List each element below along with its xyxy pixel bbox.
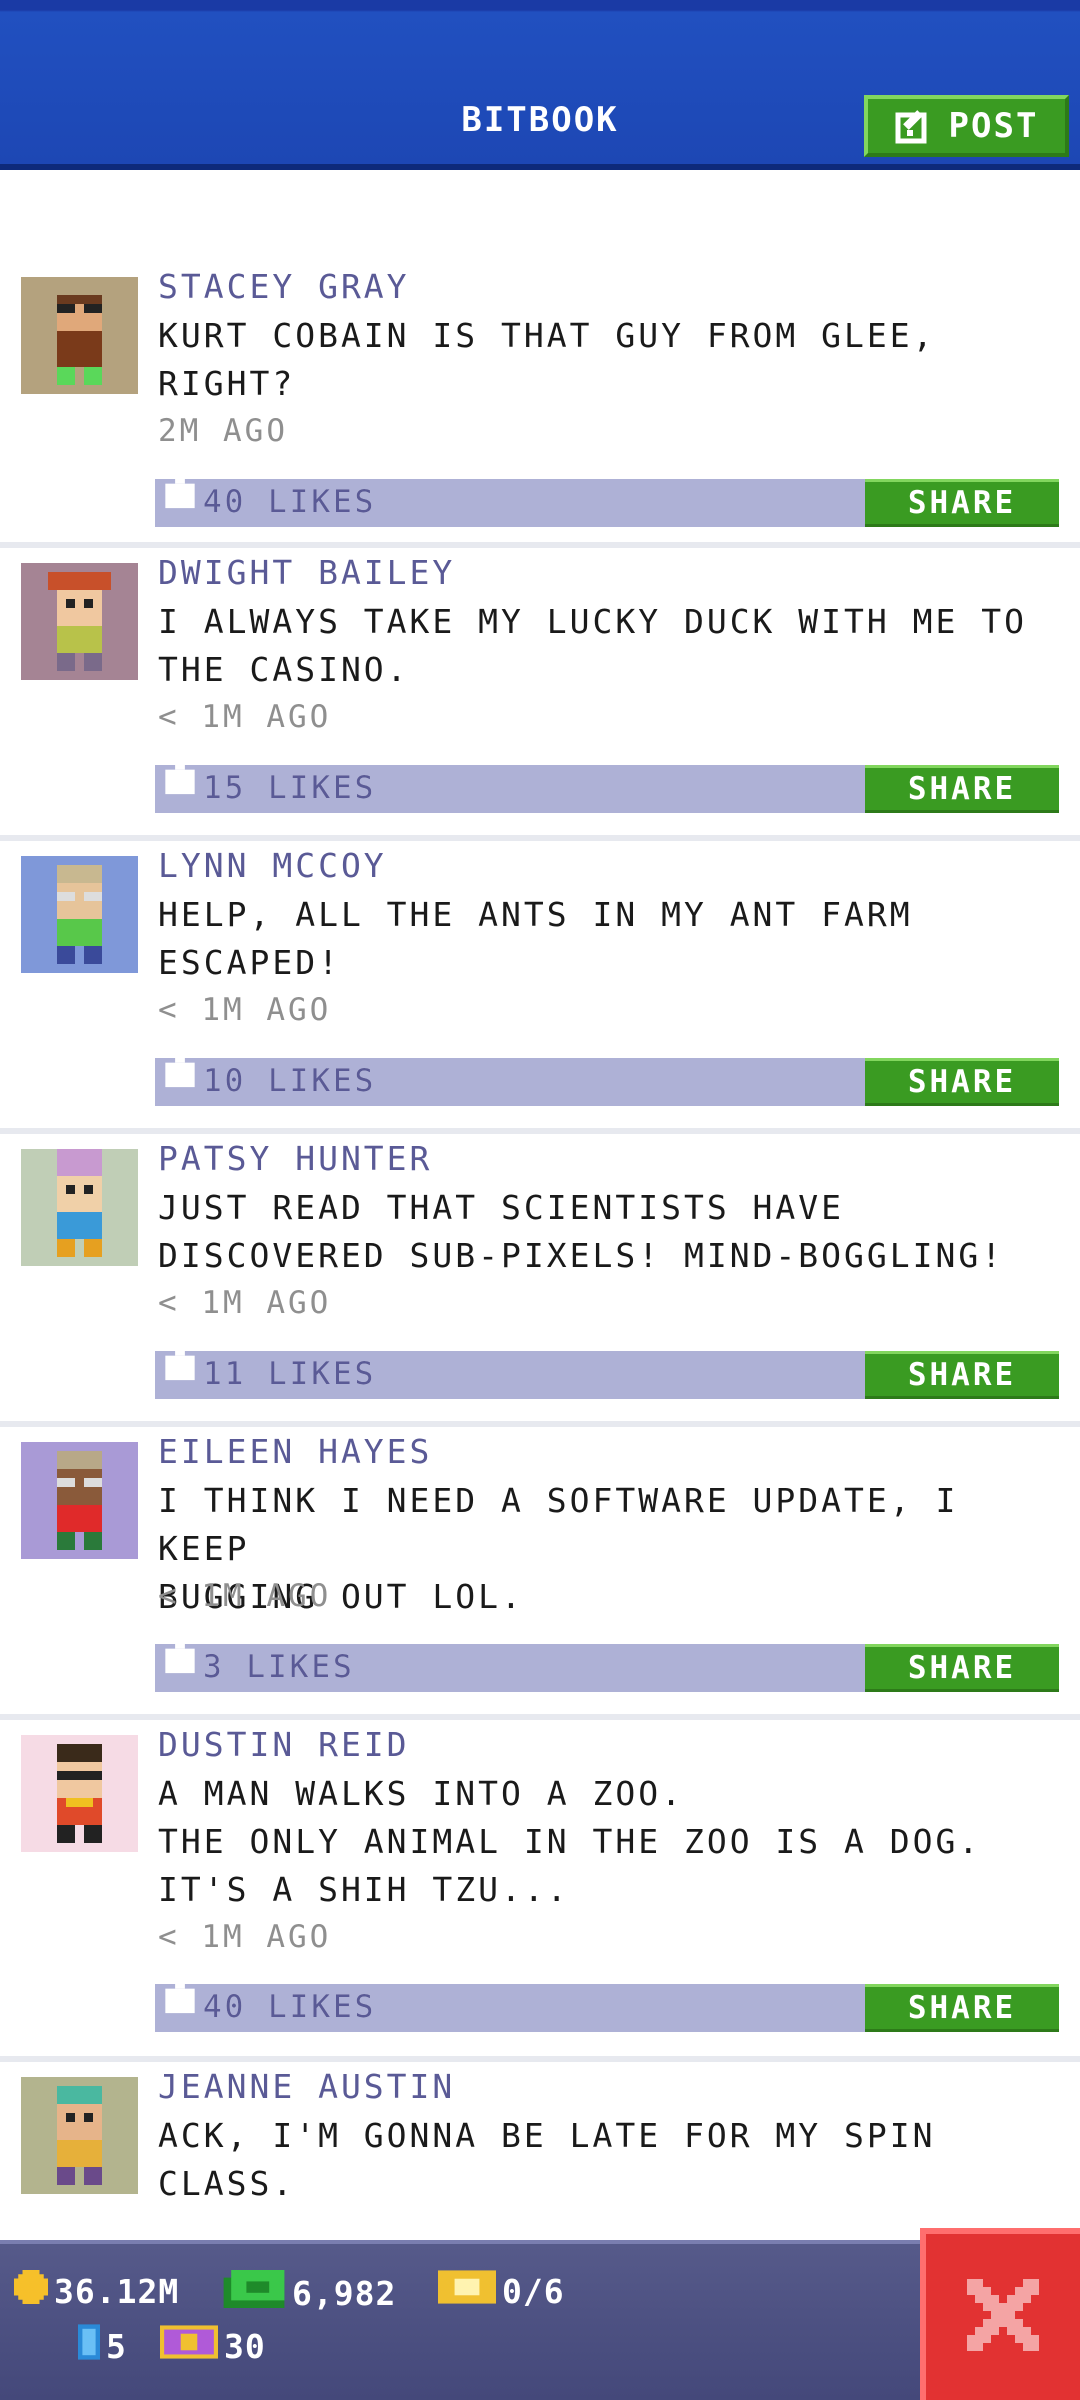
like-count: 40 LIKES [203, 484, 377, 520]
post-author[interactable]: DWIGHT BAILEY [158, 553, 455, 592]
post-message: ACK, I'M GONNA BE LATE FOR MY SPIN CLASS… [158, 2116, 936, 2203]
coins-stat[interactable]: 36.12M [14, 2270, 179, 2312]
like-bar[interactable]: 40 LIKES SHARE [155, 469, 1059, 527]
post-message: JUST READ THAT SCIENTISTS HAVE DISCOVERE… [158, 1188, 1005, 1275]
vip-icon [160, 2324, 218, 2368]
share-button[interactable]: SHARE [865, 765, 1059, 813]
tickets-value: 0/6 [502, 2271, 565, 2311]
post-button-label: POST [948, 106, 1039, 146]
like-count: 3 LIKES [203, 1649, 355, 1685]
thumbs-up-icon[interactable] [165, 1048, 195, 1092]
bux-value: 6,982 [292, 2273, 397, 2313]
post-author[interactable]: JEANNE AUSTIN [158, 2067, 455, 2106]
bux-stat[interactable]: 6,982 [222, 2270, 396, 2316]
post-message: KURT COBAIN IS THAT GUY FROM GLEE, RIGHT… [158, 316, 936, 403]
tickets-stat[interactable]: 0/6 [438, 2270, 565, 2312]
share-button[interactable]: SHARE [865, 1351, 1059, 1399]
post-message: A MAN WALKS INTO A ZOO. THE ONLY ANIMAL … [158, 1774, 982, 1909]
post-message: HELP, ALL THE ANTS IN MY ANT FARM ESCAPE… [158, 895, 913, 982]
share-button[interactable]: SHARE [865, 1984, 1059, 2032]
coin-icon [14, 2270, 48, 2312]
app-header: BITBOOK POST [0, 0, 1080, 170]
bux-icon [222, 2270, 286, 2316]
share-button[interactable]: SHARE [865, 1644, 1059, 1692]
avatar[interactable] [21, 1442, 138, 1559]
like-count: 15 LIKES [203, 770, 377, 806]
avatar[interactable] [21, 277, 138, 394]
edit-icon [895, 106, 935, 146]
close-button[interactable] [920, 2228, 1080, 2400]
avatar[interactable] [21, 856, 138, 973]
like-bar[interactable]: 3 LIKES SHARE [155, 1634, 1059, 1692]
avatar[interactable] [21, 1735, 138, 1852]
share-button[interactable]: SHARE [865, 1058, 1059, 1106]
feed-post: STACEY GRAY KURT COBAIN IS THAT GUY FROM… [0, 170, 1080, 547]
post-author[interactable]: LYNN MCCOY [158, 846, 387, 885]
vip-value: 30 [224, 2326, 266, 2366]
like-bar[interactable]: 10 LIKES SHARE [155, 1048, 1059, 1106]
feed-post: EILEEN HAYES I THINK I NEED A SOFTWARE U… [0, 1427, 1080, 1720]
elevator-icon [78, 2324, 100, 2368]
like-bar[interactable]: 40 LIKES SHARE [155, 1974, 1059, 2032]
feed-post: PATSY HUNTER JUST READ THAT SCIENTISTS H… [0, 1134, 1080, 1427]
thumbs-up-icon[interactable] [165, 1974, 195, 2018]
like-bar[interactable]: 15 LIKES SHARE [155, 755, 1059, 813]
coins-value: 36.12M [54, 2271, 180, 2311]
post-author[interactable]: STACEY GRAY [158, 267, 410, 306]
vip-stat[interactable]: 30 [160, 2324, 266, 2368]
ticket-icon [438, 2270, 496, 2312]
avatar[interactable] [21, 2077, 138, 2194]
status-bar: 36.12M 6,982 0/6 5 30 [0, 2240, 1080, 2400]
like-bar[interactable]: 11 LIKES SHARE [155, 1341, 1059, 1399]
like-count: 40 LIKES [203, 1989, 377, 2025]
like-count: 11 LIKES [203, 1356, 377, 1392]
post-message: I ALWAYS TAKE MY LUCKY DUCK WITH ME TO T… [158, 602, 1027, 689]
like-count: 10 LIKES [203, 1063, 377, 1099]
avatar[interactable] [21, 563, 138, 680]
post-time: < 1M AGO [158, 1285, 332, 1321]
post-author[interactable]: DUSTIN REID [158, 1725, 410, 1764]
share-button[interactable]: SHARE [865, 479, 1059, 527]
avatar[interactable] [21, 1149, 138, 1266]
feed-post: DWIGHT BAILEY I ALWAYS TAKE MY LUCKY DUC… [0, 548, 1080, 841]
elevators-stat[interactable]: 5 [78, 2324, 127, 2368]
thumbs-up-icon[interactable] [165, 755, 195, 799]
post-time: 2M AGO [158, 413, 288, 449]
post-time: < 1M AGO [158, 992, 332, 1028]
thumbs-up-icon[interactable] [165, 1341, 195, 1385]
feed-post: JEANNE AUSTIN ACK, I'M GONNA BE LATE FOR… [0, 2062, 1080, 2240]
feed-post: DUSTIN REID A MAN WALKS INTO A ZOO. THE … [0, 1720, 1080, 2060]
post-button[interactable]: POST [864, 95, 1069, 157]
thumbs-up-icon[interactable] [165, 1634, 195, 1678]
post-time: < 1M AGO [158, 699, 332, 735]
post-time: < 1M AGO [158, 1578, 332, 1614]
elevators-value: 5 [106, 2326, 127, 2366]
feed-post: LYNN MCCOY HELP, ALL THE ANTS IN MY ANT … [0, 841, 1080, 1134]
news-feed[interactable]: STACEY GRAY KURT COBAIN IS THAT GUY FROM… [0, 170, 1080, 2240]
post-time: < 1M AGO [158, 1919, 332, 1955]
thumbs-up-icon[interactable] [165, 469, 195, 513]
post-author[interactable]: EILEEN HAYES [158, 1432, 432, 1471]
close-icon [967, 2279, 1039, 2355]
post-author[interactable]: PATSY HUNTER [158, 1139, 432, 1178]
